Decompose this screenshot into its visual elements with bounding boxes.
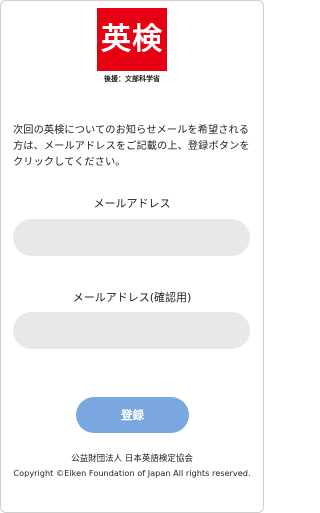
email-label: メールアドレス bbox=[93, 197, 171, 210]
confirm-email-label: メールアドレス(確認用) bbox=[72, 291, 192, 304]
organization-name: 公益財団法人 日本英語検定協会 bbox=[71, 454, 193, 464]
eiken-logo: 英検 bbox=[97, 8, 167, 71]
email-field[interactable] bbox=[13, 219, 250, 256]
copyright-text: Copyright ©Eiken Foundation of Japan All… bbox=[13, 468, 251, 478]
confirm-email-field[interactable] bbox=[13, 312, 250, 349]
intro-text: 次回の英検についてのお知らせメールを希望される方は、メールアドレスをご記載の上、… bbox=[13, 125, 250, 168]
register-button[interactable]: 登録 bbox=[76, 397, 189, 433]
sponsor-text: 後援：文部科学省 bbox=[104, 75, 160, 83]
